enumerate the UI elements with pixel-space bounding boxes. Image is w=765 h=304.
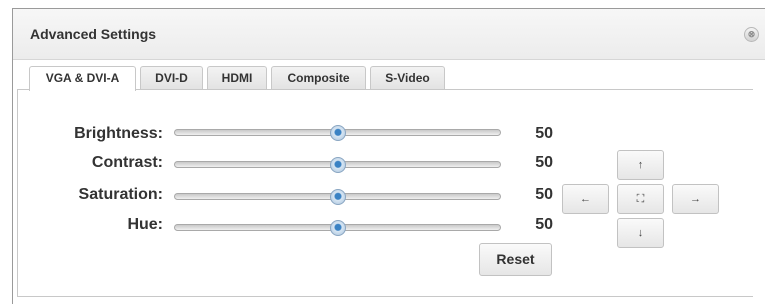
tab-s-video[interactable]: S-Video <box>370 66 445 90</box>
reset-button[interactable]: Reset <box>479 243 552 276</box>
contrast-label: Contrast: <box>91 154 163 171</box>
tab-vga-dvi-a[interactable]: VGA & DVI-A <box>29 66 136 91</box>
dialog-title: Advanced Settings <box>30 26 157 42</box>
hue-label: Hue: <box>127 216 163 233</box>
contrast-slider-thumb[interactable] <box>329 157 346 173</box>
saturation-slider-track[interactable] <box>174 189 501 205</box>
dialog-titlebar: Advanced Settings <box>13 9 765 60</box>
hue-slider-thumb[interactable] <box>329 220 346 236</box>
brightness-value: 50 <box>535 125 553 142</box>
saturation-slider-thumb[interactable] <box>329 189 346 205</box>
brightness-label: Brightness: <box>74 125 163 142</box>
saturation-value: 50 <box>535 186 553 203</box>
tab-hdmi[interactable]: HDMI <box>207 66 267 90</box>
tab-composite[interactable]: Composite <box>271 66 366 90</box>
hue-value: 50 <box>535 216 553 233</box>
contrast-slider-track[interactable] <box>174 157 501 173</box>
saturation-label: Saturation: <box>78 186 163 203</box>
right-arrow-icon[interactable]: → <box>672 184 719 214</box>
close-icon[interactable]: ⊗ <box>744 27 759 42</box>
brightness-slider-track[interactable] <box>174 125 501 141</box>
hue-slider-track[interactable] <box>174 220 501 236</box>
tab-dvi-d[interactable]: DVI-D <box>140 66 203 90</box>
contrast-value: 50 <box>535 154 553 171</box>
center-fit-icon[interactable]: ⛶ <box>617 184 664 214</box>
up-arrow-icon[interactable]: ↑ <box>617 150 664 180</box>
brightness-slider-thumb[interactable] <box>329 125 346 141</box>
left-arrow-icon[interactable]: ← <box>562 184 609 214</box>
down-arrow-icon[interactable]: ↓ <box>617 218 664 248</box>
